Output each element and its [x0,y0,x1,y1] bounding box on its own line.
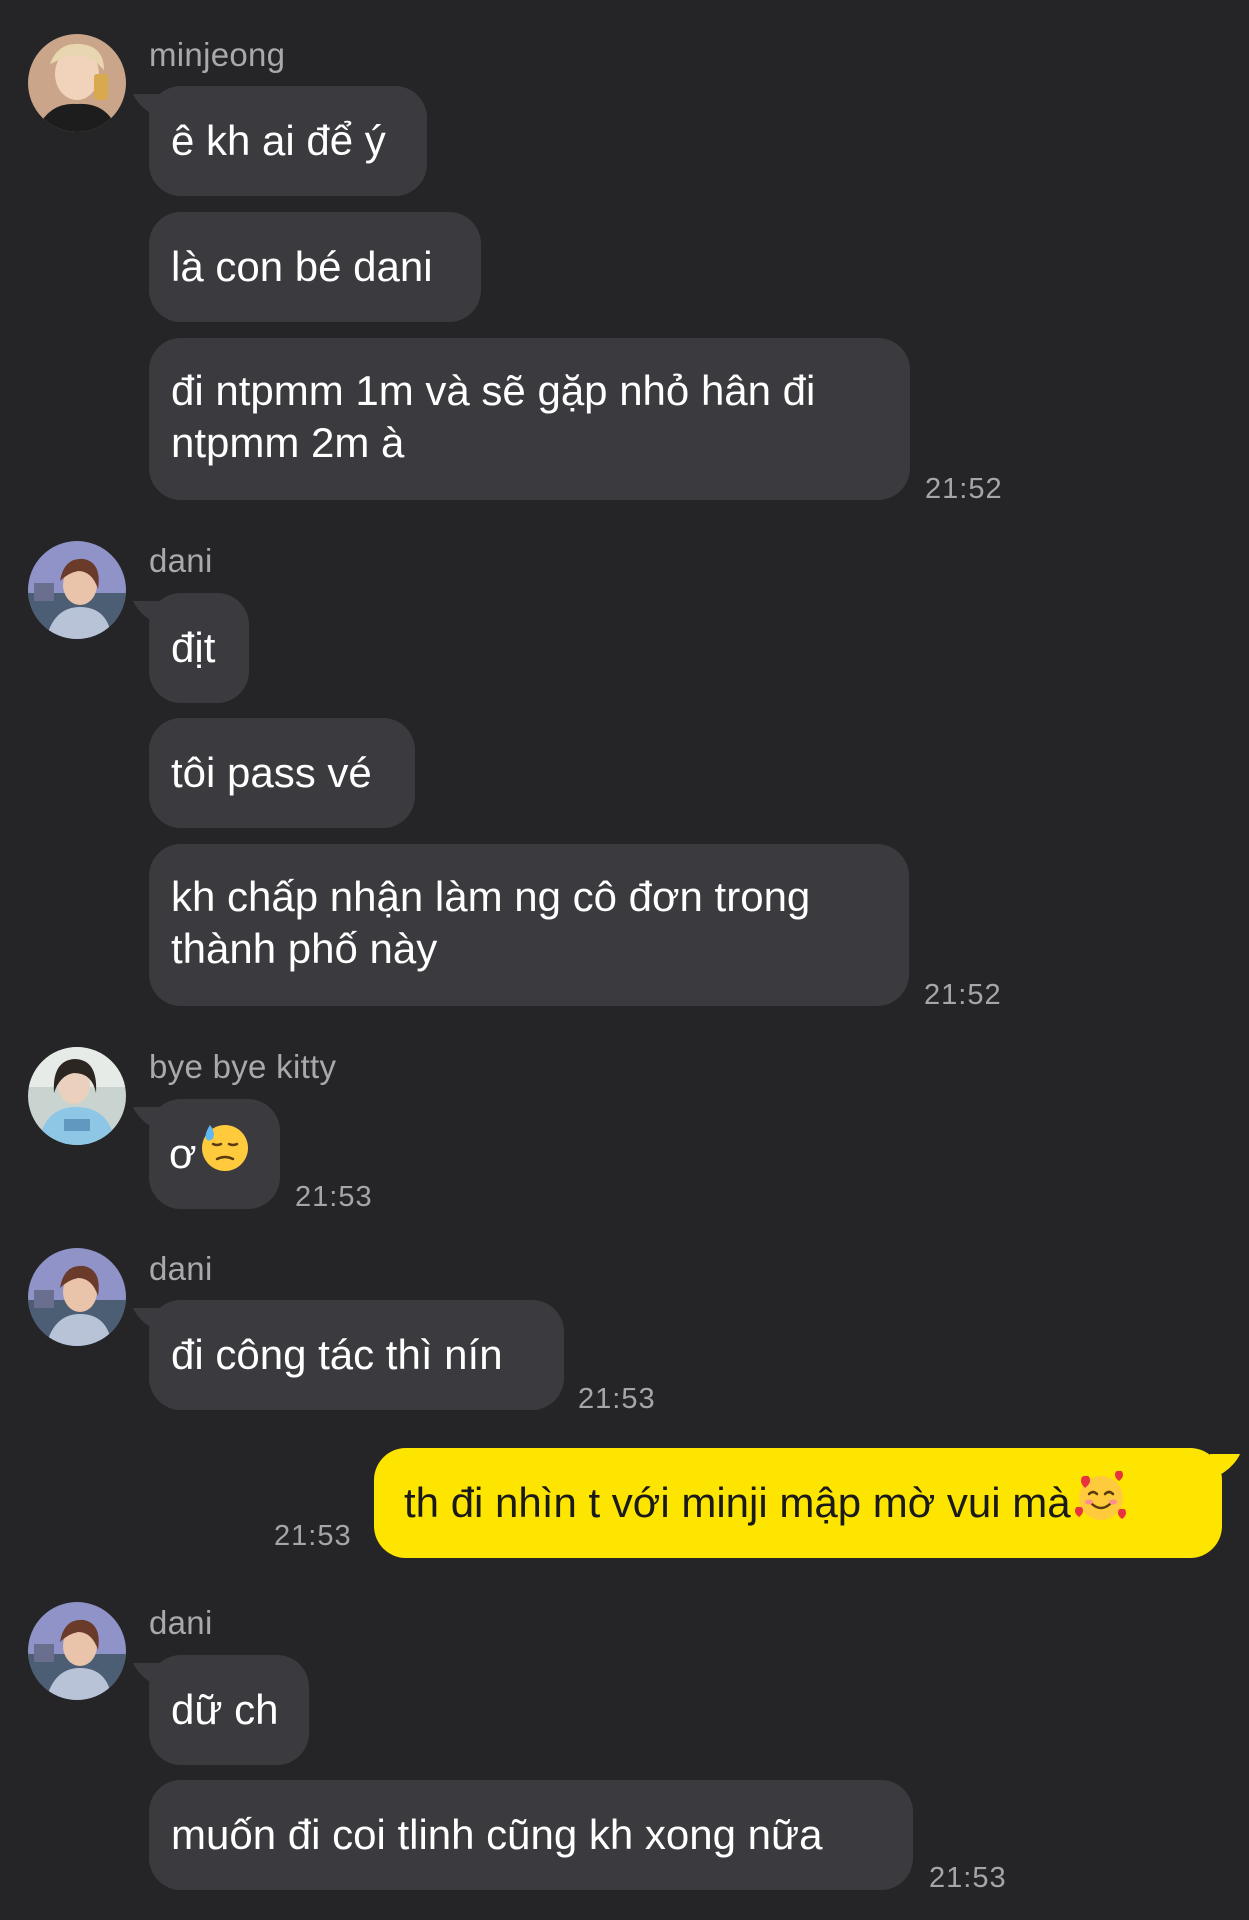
avatar-image [28,1248,126,1346]
message-text: địt [171,624,216,671]
message-timestamp: 21:53 [578,1383,656,1415]
message-bubble[interactable]: ơ [149,1099,280,1209]
sender-name: dani [149,542,213,579]
message-text: th đi nhìn t với minji mập mờ vui mà [404,1479,1071,1526]
sender-name: dani [149,1604,213,1641]
message-timestamp: 21:53 [295,1181,373,1213]
downcast-face-with-sweat-emoji [199,1122,251,1186]
message-text: kh chấp nhận làm ng cô đơn trong thành p… [171,873,811,972]
message-timestamp: 21:53 [929,1862,1007,1894]
sender-name: bye bye kitty [149,1048,337,1085]
message-text: ê kh ai để ý [171,117,386,164]
avatar-image [28,34,126,132]
sender-name: minjeong [149,36,286,73]
message-bubble[interactable]: ê kh ai để ý [149,86,427,196]
message-timestamp: 21:53 [274,1520,352,1552]
message-bubble[interactable]: kh chấp nhận làm ng cô đơn trong thành p… [149,844,909,1006]
message-bubble[interactable]: đi công tác thì nín [149,1300,564,1410]
avatar-bye-bye-kitty[interactable] [28,1047,126,1145]
message-bubble-outgoing[interactable]: th đi nhìn t với minji mập mờ vui mà [374,1448,1222,1558]
message-text: tôi pass vé [171,749,372,796]
avatar-image [28,1047,126,1145]
avatar-dani[interactable] [28,1602,126,1700]
message-text: muốn đi coi tlinh cũng kh xong nữa [171,1811,823,1858]
sender-name: dani [149,1250,213,1287]
message-text: ơ [169,1130,197,1177]
message-bubble[interactable]: là con bé dani [149,212,481,322]
message-timestamp: 21:52 [924,979,1002,1011]
avatar-dani[interactable] [28,541,126,639]
avatar-image [28,541,126,639]
message-bubble[interactable]: dữ ch [149,1655,309,1765]
message-timestamp: 21:52 [925,473,1003,505]
message-text: dữ ch [171,1686,279,1733]
message-text: là con bé dani [171,243,433,290]
avatar-image [28,1602,126,1700]
message-bubble[interactable]: tôi pass vé [149,718,415,828]
message-bubble[interactable]: địt [149,593,249,703]
avatar-minjeong[interactable] [28,34,126,132]
message-text: đi công tác thì nín [171,1331,503,1378]
smiling-face-with-hearts-emoji [1073,1469,1129,1537]
avatar-dani[interactable] [28,1248,126,1346]
message-bubble[interactable]: đi ntpmm 1m và sẽ gặp nhỏ hân đi ntpmm 2… [149,338,910,500]
message-bubble[interactable]: muốn đi coi tlinh cũng kh xong nữa [149,1780,913,1890]
message-text: đi ntpmm 1m và sẽ gặp nhỏ hân đi ntpmm 2… [171,367,816,466]
